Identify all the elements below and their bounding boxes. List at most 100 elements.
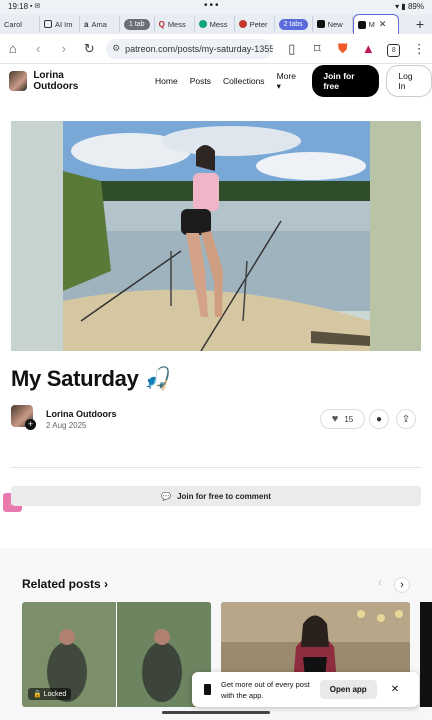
tab-group-2[interactable]: 2 tabs — [275, 16, 313, 32]
nav-more-label: More — [276, 70, 296, 81]
post-title: My Saturday 🎣 — [11, 366, 172, 391]
related-title: Related posts — [22, 577, 101, 591]
comment-button[interactable]: ● — [369, 409, 389, 429]
join-to-comment-button[interactable]: 💬 Join for free to comment — [11, 486, 421, 506]
tab-2[interactable]: a Ama — [80, 16, 120, 32]
rewards-icon[interactable]: ▲ — [356, 41, 382, 56]
share-device-icon[interactable]: ▯ — [279, 41, 305, 57]
reload-icon[interactable]: ↻ — [77, 41, 103, 57]
tab-group-1[interactable]: 1 tab — [120, 16, 155, 32]
tab-group-label: 1 tab — [124, 18, 150, 30]
phone-icon — [204, 684, 211, 695]
nav-collections[interactable]: Collections — [223, 76, 265, 86]
author-avatar[interactable]: + — [11, 405, 36, 430]
chevron-right-icon: › — [104, 577, 109, 591]
carousel-next-button[interactable]: › — [394, 577, 410, 593]
tab-label: Carol — [4, 19, 22, 29]
forward-icon[interactable]: › — [51, 41, 77, 56]
tab-strip: Carol AI Im a Ama 1 tab Q Mess Mess Peter … — [0, 14, 432, 34]
share-icon: ⇪ — [401, 413, 411, 425]
lock-icon: 🔒 — [33, 691, 42, 698]
carousel-prev-button[interactable]: ‹ — [373, 577, 387, 591]
notification-icon: ▪ ✉ — [30, 3, 41, 10]
share-button[interactable]: ⇪ — [396, 409, 416, 429]
gesture-handle[interactable] — [162, 711, 270, 714]
tab-8[interactable]: New — [313, 16, 353, 32]
like-count: 15 — [344, 414, 354, 424]
banner-text: Get more out of every post with the app. — [221, 679, 310, 701]
tab-label: AI Im — [55, 19, 73, 29]
brave-shield-icon[interactable]: ⛊ — [330, 41, 356, 57]
tab-count: 8 — [387, 44, 401, 57]
circle-icon — [238, 20, 247, 28]
site-settings-icon[interactable]: ⚙ — [112, 43, 120, 54]
banner-line-2: with the app. — [221, 690, 264, 700]
close-icon[interactable]: ✕ — [379, 19, 387, 30]
related-posts-heading[interactable]: Related posts › — [22, 577, 108, 591]
related-card-3-partial[interactable] — [420, 602, 432, 707]
battery-icon: ▮ — [401, 2, 406, 11]
url-text: patreon.com/posts/my-saturday-1355( — [125, 43, 273, 54]
post-date: 2 Aug 2025 — [46, 421, 87, 430]
divider — [11, 467, 421, 468]
nav-more[interactable]: More ▾ — [277, 71, 301, 92]
post-image[interactable] — [11, 121, 421, 351]
back-icon[interactable]: ‹ — [26, 41, 52, 56]
creator-avatar[interactable] — [9, 71, 28, 91]
login-button[interactable]: Log In — [386, 65, 432, 97]
chat-icon: ● — [375, 413, 383, 425]
like-button[interactable]: ♥ 15 — [320, 409, 365, 429]
browser-toolbar: ⌂ ‹ › ↻ ⚙ patreon.com/posts/my-saturday-… — [0, 34, 432, 64]
patreon-icon — [316, 20, 325, 28]
close-icon[interactable]: ✕ — [391, 684, 399, 695]
quora-icon: Q — [158, 20, 165, 29]
tab-label: Mess — [167, 19, 186, 29]
site-header: Lorina Outdoors Home Posts Collections M… — [0, 64, 432, 98]
comment-icon: 💬 — [161, 491, 172, 501]
tab-5[interactable]: Mess — [195, 16, 235, 32]
tab-active[interactable]: M ✕ — [352, 14, 399, 34]
camera-dots-icon: ••• — [204, 0, 221, 11]
tab-6[interactable]: Peter — [235, 16, 275, 32]
tab-group-label: 2 tabs — [278, 18, 308, 30]
join-button[interactable]: Join for free — [312, 65, 380, 97]
tab-label: M — [368, 20, 375, 29]
creator-name[interactable]: Lorina Outdoors — [33, 70, 105, 92]
author-name[interactable]: Lorina Outdoors — [46, 409, 117, 419]
tab-0[interactable]: Carol — [0, 16, 40, 32]
tab-4[interactable]: Q Mess — [155, 16, 195, 32]
clock: 19:18 — [8, 2, 29, 11]
wifi-icon: ▾ — [395, 2, 400, 11]
follow-plus-icon[interactable]: + — [25, 419, 36, 430]
related-card-1[interactable]: 🔒 Locked — [22, 602, 211, 707]
badge-label: Locked — [43, 691, 67, 698]
new-tab-icon[interactable]: + — [416, 16, 424, 32]
heart-icon: ♥ — [331, 413, 339, 425]
open-app-banner: Get more out of every post with the app.… — [192, 672, 419, 707]
amazon-icon: a — [84, 20, 89, 29]
nav-posts[interactable]: Posts — [190, 76, 211, 86]
tab-label: Peter — [249, 19, 268, 29]
fishing-photo — [11, 121, 421, 351]
banner-line-1: Get more out of every post — [221, 679, 310, 689]
tab-switcher-button[interactable]: 8 — [381, 40, 407, 57]
status-bar: 19:18 ▪ ✉ ••• ▾ ▮ 89% — [0, 0, 432, 14]
open-app-button[interactable]: Open app — [319, 680, 377, 699]
comment-prompt: Join for free to comment — [177, 491, 271, 501]
status-right: ▾ ▮ 89% — [395, 2, 424, 11]
patreon-icon — [357, 20, 366, 29]
tab-label: Ama — [91, 19, 107, 29]
address-bar[interactable]: ⚙ patreon.com/posts/my-saturday-1355( — [106, 38, 273, 59]
locked-badge: 🔒 Locked — [28, 688, 72, 700]
chatgpt-icon — [198, 20, 207, 28]
tab-label: Mess — [209, 19, 228, 29]
home-icon[interactable]: ⌂ — [0, 41, 26, 56]
tab-label: New — [327, 19, 343, 29]
chevron-down-icon: ▾ — [276, 80, 281, 91]
menu-icon[interactable]: ⋮ — [407, 41, 432, 57]
nav-home[interactable]: Home — [155, 76, 178, 86]
tab-1[interactable]: AI Im — [40, 16, 80, 32]
grid-icon — [44, 20, 52, 28]
battery-level: 89% — [407, 2, 424, 11]
bookmark-icon[interactable]: ⌑ — [304, 41, 330, 57]
